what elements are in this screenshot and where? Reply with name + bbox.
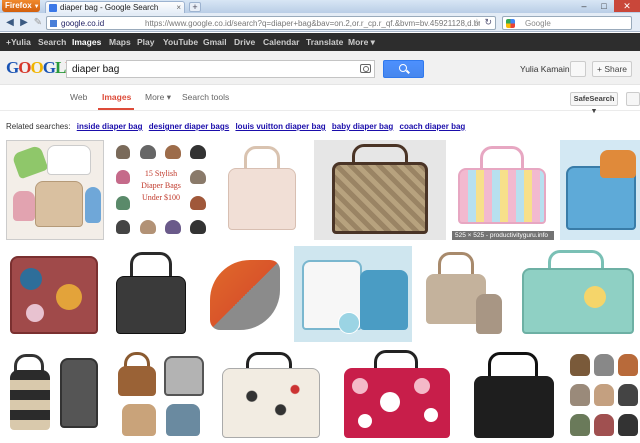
gbar-item-more[interactable]: More ▾ [348, 33, 375, 51]
tile-promo-text: 15 Stylish Diaper Bags Under $100 [141, 169, 181, 202]
tab-more[interactable]: More ▾ [145, 92, 171, 103]
google-top-bar: +Yulia Search Images Maps Play YouTube G… [0, 33, 640, 51]
firefox-menu-button[interactable]: Firefox ▼ [2, 0, 40, 12]
address-bar[interactable]: google.co.id https://www.google.co.id/se… [46, 16, 496, 30]
image-result[interactable] [418, 246, 508, 342]
minimize-icon[interactable]: – [574, 0, 594, 12]
browser-tab[interactable]: diaper bag - Google Search × [45, 1, 185, 13]
gbar-item-drive[interactable]: Drive [234, 33, 255, 51]
image-result[interactable] [200, 246, 288, 342]
related-link[interactable]: louis vuitton diaper bag [235, 122, 325, 131]
image-result[interactable] [108, 246, 194, 342]
back-arrow-icon[interactable]: ◀ [3, 16, 17, 29]
image-result[interactable] [108, 348, 210, 443]
image-result[interactable]: 15 Stylish Diaper Bags Under $100 [110, 140, 210, 240]
image-result[interactable] [560, 140, 640, 240]
close-window-icon[interactable]: ✕ [614, 0, 640, 12]
google-search-engine-icon[interactable] [506, 19, 515, 28]
navigation-toolbar: ◀ ▶ ✎ google.co.id https://www.google.co… [0, 13, 640, 32]
image-result[interactable] [6, 348, 102, 443]
related-label: Related searches: [6, 122, 71, 131]
forward-arrow-icon[interactable]: ▶ [17, 16, 31, 29]
search-mode-tabs: Web Images More ▾ Search tools SafeSearc… [0, 86, 640, 115]
maximize-icon[interactable]: □ [594, 0, 614, 12]
search-query-text: diaper bag [72, 64, 120, 75]
site-favicon-icon [50, 20, 57, 27]
related-link[interactable]: coach diaper bag [400, 122, 466, 131]
related-link[interactable]: inside diaper bag [77, 122, 143, 131]
search-header: GOOGLE diaper bag Yulia Kamain + Share [0, 51, 640, 85]
gbar-item-images[interactable]: Images [72, 33, 101, 51]
window-title-bar: Firefox ▼ diaper bag - Google Search × + … [0, 0, 640, 13]
search-input[interactable]: diaper bag [66, 60, 375, 78]
gbar-item-gmail[interactable]: Gmail [203, 33, 227, 51]
search-button[interactable] [383, 60, 424, 78]
browser-search-box[interactable]: Google [502, 16, 632, 30]
url-text: https://www.google.co.id/search?q=diaper… [145, 19, 480, 28]
url-domain: google.co.id [61, 19, 105, 28]
safesearch-button[interactable]: SafeSearch ▾ [570, 92, 618, 115]
image-result[interactable] [334, 348, 460, 443]
search-icon [399, 64, 407, 72]
image-result[interactable] [216, 348, 326, 443]
gbar-item-youtube[interactable]: YouTube [163, 33, 198, 51]
gbar-item-search[interactable]: Search [38, 33, 66, 51]
tab-images[interactable]: Images [102, 92, 131, 102]
related-link[interactable]: baby diaper bag [332, 122, 393, 131]
image-result[interactable] [466, 348, 562, 443]
image-result[interactable] [6, 140, 104, 240]
gbar-item-calendar[interactable]: Calendar [263, 33, 299, 51]
image-result[interactable] [6, 246, 102, 342]
gbar-item-maps[interactable]: Maps [109, 33, 131, 51]
related-searches: Related searches: inside diaper bag desi… [6, 122, 465, 131]
related-link[interactable]: designer diaper bags [149, 122, 229, 131]
user-name[interactable]: Yulia Kamain [520, 64, 570, 74]
browser-search-placeholder: Google [525, 19, 551, 28]
active-tab-underline [98, 108, 134, 110]
image-caption: 525 × 525 - productivityguru.info [452, 231, 554, 240]
image-result[interactable] [514, 246, 640, 342]
tab-title: diaper bag - Google Search [60, 3, 159, 12]
image-result[interactable] [568, 348, 640, 443]
image-result[interactable]: 525 × 525 - productivityguru.info [452, 140, 554, 240]
reload-icon[interactable]: ↻ [484, 17, 492, 28]
close-tab-icon[interactable]: × [176, 2, 181, 13]
wrench-icon[interactable]: ✎ [31, 16, 45, 29]
bookmark-star-icon[interactable]: ☆ [473, 17, 481, 28]
tab-search-tools[interactable]: Search tools [182, 92, 229, 102]
gbar-item-profile[interactable]: +Yulia [6, 33, 31, 51]
notifications-button[interactable] [570, 61, 586, 77]
tab-web[interactable]: Web [70, 92, 87, 102]
new-tab-button[interactable]: + [189, 2, 201, 12]
gear-icon[interactable] [626, 92, 640, 106]
gbar-item-translate[interactable]: Translate [306, 33, 343, 51]
google-favicon-icon [49, 4, 57, 12]
image-result[interactable] [294, 246, 412, 342]
camera-icon[interactable] [360, 64, 371, 73]
gbar-item-play[interactable]: Play [137, 33, 155, 51]
image-result[interactable] [216, 140, 308, 240]
share-button[interactable]: + Share [592, 61, 632, 77]
image-result[interactable] [314, 140, 446, 240]
